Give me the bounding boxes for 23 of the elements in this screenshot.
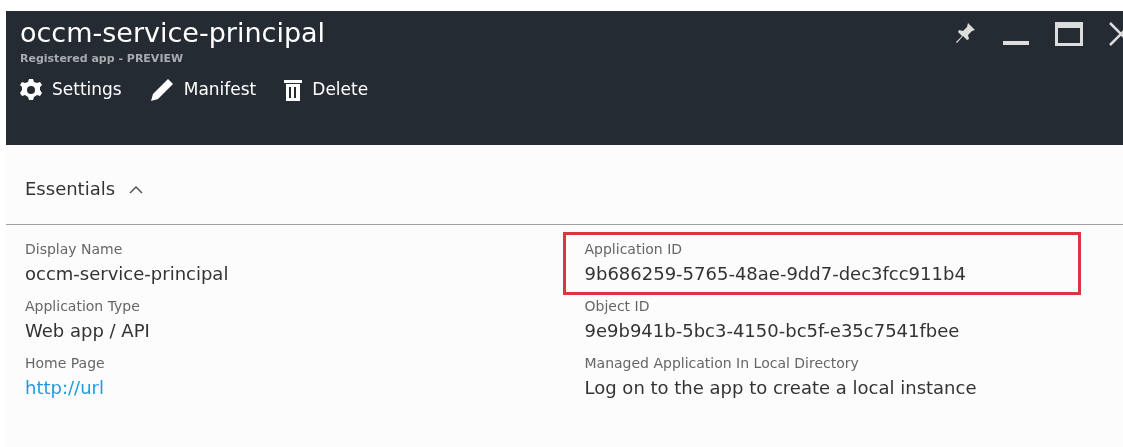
maximize-icon[interactable] bbox=[1055, 22, 1083, 46]
field-value: 9b686259-5765-48ae-9dd7-dec3fcc911b4 bbox=[584, 262, 967, 286]
close-icon[interactable] bbox=[1109, 22, 1123, 46]
chevron-icon[interactable] bbox=[129, 184, 144, 194]
field-value: Web app / API bbox=[25, 319, 151, 343]
manifest-button[interactable]: Manifest bbox=[149, 77, 257, 103]
field-label: Object ID bbox=[584, 297, 651, 316]
field-label: Application Type bbox=[25, 297, 141, 316]
section-title: Essentials bbox=[25, 177, 116, 201]
field-value: Log on to the app to create a local instance bbox=[584, 376, 978, 400]
field-label: Display Name bbox=[25, 240, 124, 259]
settings-button[interactable]: Settings bbox=[20, 77, 122, 103]
field-value: occm-service-principal bbox=[25, 262, 230, 286]
field-label: Managed Application In Local Directory bbox=[584, 354, 860, 373]
trash-icon bbox=[284, 78, 303, 101]
delete-button[interactable]: Delete bbox=[284, 77, 369, 103]
field-label: Application ID bbox=[584, 240, 684, 259]
settings-icon bbox=[20, 78, 42, 101]
field-value: 9e9b941b-5bc3-4150-bc5f-e35c7541fbee bbox=[584, 319, 961, 343]
blade-subtitle: Registered app - PREVIEW bbox=[20, 51, 185, 67]
blade-title: occm-service-principal bbox=[20, 16, 326, 50]
pencil-icon bbox=[149, 77, 174, 102]
field-label: Home Page bbox=[25, 354, 106, 373]
